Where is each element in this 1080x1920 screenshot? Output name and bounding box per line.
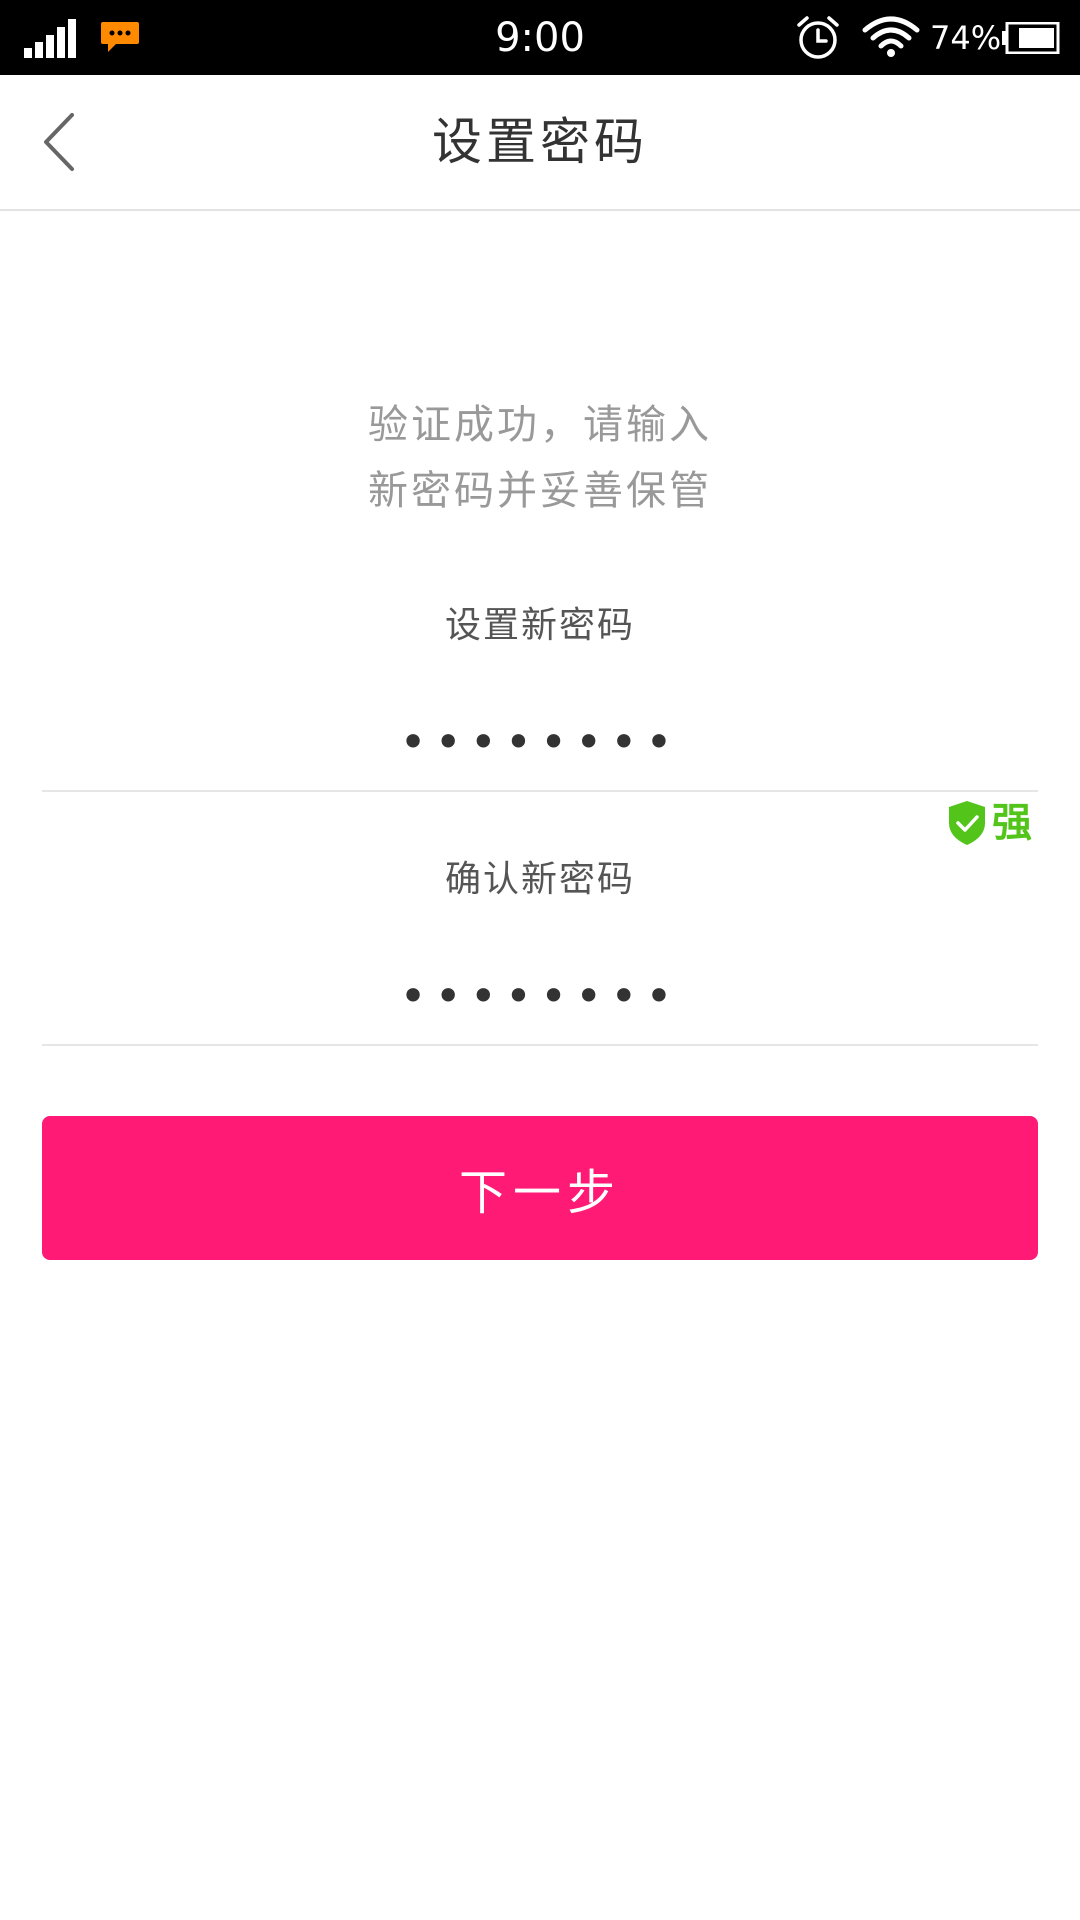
new-password-divider: [42, 790, 1038, 792]
battery-icon: [1002, 22, 1060, 54]
header: 设置密码: [0, 75, 1080, 211]
confirm-password-input[interactable]: [42, 956, 1038, 1036]
shield-check-icon: [949, 801, 985, 845]
wifi-icon: [862, 16, 920, 57]
confirm-password-label: 确认新密码: [444, 859, 635, 900]
password-strength-indicator: 强: [946, 798, 1032, 848]
hint-text: 验证成功，请输入 新密码并妥善保管: [368, 402, 712, 514]
alarm-icon: [797, 16, 839, 59]
status-bar: 9:00 74%: [0, 0, 1080, 75]
verification-hint: 验证成功，请输入 新密码并妥善保管: [0, 392, 1080, 524]
new-password-label: 设置新密码: [444, 605, 635, 646]
next-step-button[interactable]: 下一步: [42, 1116, 1038, 1260]
battery-percentage: 74%: [930, 19, 1002, 57]
confirm-password-divider: [42, 1044, 1038, 1046]
page-title: 设置密码: [432, 113, 648, 171]
strength-label: 强: [992, 800, 1032, 846]
new-password-input[interactable]: [42, 702, 1038, 782]
